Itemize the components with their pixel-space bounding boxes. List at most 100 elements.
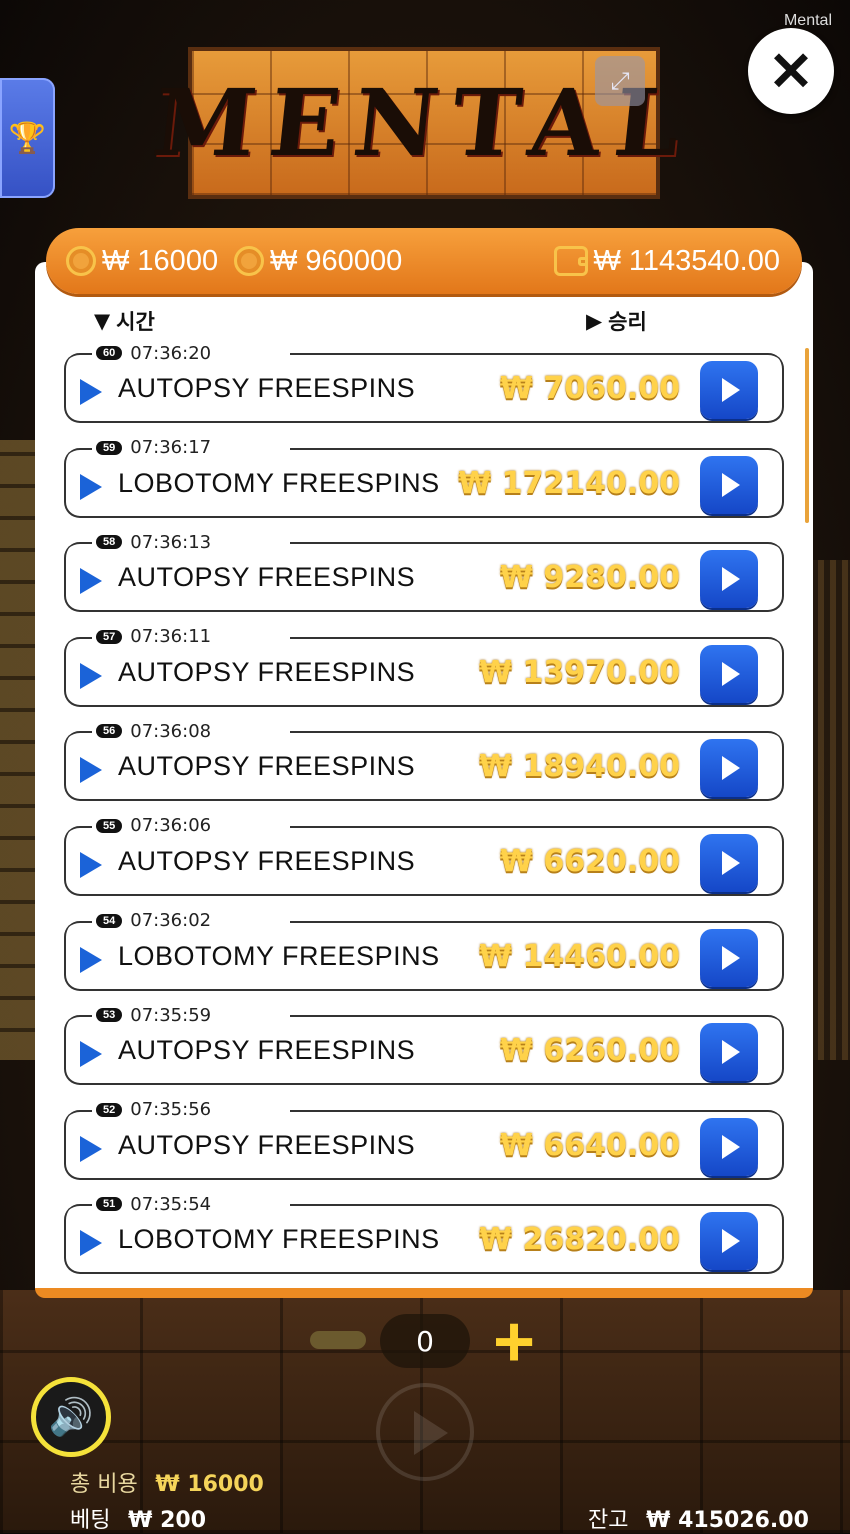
bet-line: 베팅 ₩ 200: [70, 1502, 206, 1534]
feature-name: LOBOTOMY FREESPINS: [118, 467, 440, 498]
win-amount: ₩ 13970.00: [478, 654, 680, 690]
feature-play-icon: [80, 1135, 102, 1162]
total-cost-line: 총 비용 ₩ 16000: [70, 1466, 264, 1498]
history-row: 56 07:36:08 AUTOPSY FREESPINS ₩ 18940.00: [64, 721, 784, 816]
time-header-label: 시간: [116, 310, 155, 334]
feature-play-icon: [80, 757, 102, 784]
balance-line: 잔고 ₩ 415026.00: [588, 1502, 809, 1534]
win-amount: ₩ 18940.00: [478, 749, 680, 785]
feature-play-icon: [80, 1230, 102, 1257]
row-divider: [290, 353, 724, 355]
wallet-icon: [553, 246, 588, 276]
row-divider: [290, 1109, 724, 1112]
trophy-tab-button[interactable]: 🏆: [0, 78, 55, 198]
speaker-icon: 🔊: [48, 1397, 94, 1438]
close-icon: ✕: [768, 41, 814, 102]
win-amount: ₩ 6640.00: [499, 1127, 680, 1163]
balance-label: 잔고: [588, 1508, 629, 1533]
replay-button[interactable]: [700, 1117, 758, 1176]
close-button[interactable]: ✕: [748, 28, 834, 114]
feature-play-icon: [80, 662, 102, 689]
total-bet-value: ₩ 16000: [102, 244, 219, 277]
total-cost-value: ₩ 16000: [155, 1472, 264, 1497]
feature-name: AUTOPSY FREESPINS: [118, 562, 416, 593]
replay-button[interactable]: [700, 739, 758, 798]
bet-label: 베팅: [70, 1508, 111, 1533]
row-divider: [290, 1015, 724, 1018]
expand-icon: ⤢: [610, 67, 630, 95]
replay-button[interactable]: [700, 1023, 758, 1082]
feature-name: LOBOTOMY FREESPINS: [118, 940, 440, 971]
history-row: 55 07:36:06 AUTOPSY FREESPINS ₩ 6620.00: [64, 815, 784, 911]
win-header-label: 승리: [608, 310, 647, 334]
feature-name: AUTOPSY FREESPINS: [118, 845, 416, 876]
feature-name: AUTOPSY FREESPINS: [118, 373, 416, 403]
history-row: 54 07:36:02 LOBOTOMY FREESPINS ₩ 14460.00: [64, 910, 784, 1006]
bet-value: ₩ 200: [128, 1508, 207, 1533]
win-amount: ₩ 172140.00: [458, 465, 680, 501]
sort-by-win[interactable]: ▶ 승리: [586, 306, 647, 336]
history-row: 52 07:35:56 AUTOPSY FREESPINS ₩ 6640.00: [64, 1099, 784, 1195]
history-row: 58 07:36:13 AUTOPSY FREESPINS ₩ 9280.00: [64, 532, 784, 627]
row-divider: [290, 447, 724, 450]
win-amount: ₩ 6620.00: [499, 843, 680, 879]
win-amount: ₩ 6260.00: [499, 1033, 680, 1069]
scrollbar[interactable]: [805, 348, 809, 523]
feature-name: AUTOPSY FREESPINS: [118, 1129, 416, 1160]
history-row: 53 07:35:59 AUTOPSY FREESPINS ₩ 6260.00: [64, 1005, 784, 1100]
feature-play-icon: [80, 379, 102, 405]
row-divider: [290, 1204, 724, 1207]
replay-button[interactable]: [700, 1212, 758, 1271]
history-row: 51 07:35:54 LOBOTOMY FREESPINS ₩ 26820.00: [64, 1194, 784, 1289]
balance-value: ₩ 415026.00: [646, 1508, 809, 1533]
row-divider: [290, 731, 724, 734]
history-list: 60 07:36:20 AUTOPSY FREESPINS ₩ 7060.00 59 07…: [64, 343, 784, 1289]
replay-button[interactable]: [700, 455, 758, 514]
replay-button[interactable]: [700, 928, 758, 987]
replay-button[interactable]: [700, 833, 758, 892]
feature-play-icon: [80, 946, 102, 973]
balance-total-stat: ₩ 1143540.00: [553, 228, 781, 294]
total-bet-stat: ₩ 16000: [66, 228, 218, 294]
feature-play-icon: [80, 568, 102, 595]
row-divider: [290, 825, 724, 828]
feature-name: AUTOPSY FREESPINS: [118, 751, 416, 782]
feature-play-icon: [80, 851, 102, 878]
stats-bar: ₩ 16000 ₩ 960000 ₩ 1143540.00: [46, 228, 802, 294]
coin-icon: [234, 246, 264, 276]
feature-name: LOBOTOMY FREESPINS: [118, 1224, 440, 1255]
feature-name: AUTOPSY FREESPINS: [118, 656, 416, 687]
win-amount: ₩ 26820.00: [478, 1222, 680, 1258]
sound-button[interactable]: 🔊: [31, 1377, 111, 1457]
replay-button[interactable]: [700, 550, 758, 609]
win-amount: ₩ 14460.00: [478, 938, 680, 974]
caret-right-icon: ▶: [586, 309, 603, 333]
feature-name: AUTOPSY FREESPINS: [118, 1035, 416, 1066]
win-amount: ₩ 9280.00: [499, 560, 680, 596]
background-wall-right: [812, 560, 850, 1060]
row-divider: [290, 636, 724, 639]
spin-button[interactable]: [376, 1383, 474, 1481]
replay-button[interactable]: [700, 644, 758, 703]
row-divider: [290, 542, 724, 545]
caret-down-icon: ▼: [94, 309, 111, 333]
total-cost-label: 총 비용: [70, 1472, 138, 1497]
history-row: 59 07:36:17 LOBOTOMY FREESPINS ₩ 172140.00: [64, 437, 784, 533]
fullscreen-button[interactable]: ⤢: [595, 56, 645, 106]
feature-play-icon: [80, 473, 102, 500]
coin-icon: [66, 246, 96, 276]
balance-total-value: ₩ 1143540.00: [593, 244, 781, 277]
history-row: 57 07:36:11 AUTOPSY FREESPINS ₩ 13970.00: [64, 626, 784, 722]
plus-button[interactable]: +: [486, 1306, 542, 1378]
row-divider: [290, 920, 724, 923]
replay-button[interactable]: [700, 361, 758, 419]
history-row: 60 07:36:20 AUTOPSY FREESPINS ₩ 7060.00: [64, 343, 784, 438]
background-wall-left: [0, 440, 40, 1060]
sort-by-time[interactable]: ▼ 시간: [94, 306, 155, 336]
max-win-stat: ₩ 960000: [234, 228, 402, 294]
bet-count-display: 0: [380, 1314, 470, 1368]
win-amount: ₩ 7060.00: [499, 371, 680, 406]
max-win-value: ₩ 960000: [270, 244, 403, 277]
trophy-icon: 🏆: [8, 120, 47, 156]
minus-button[interactable]: [310, 1331, 366, 1349]
